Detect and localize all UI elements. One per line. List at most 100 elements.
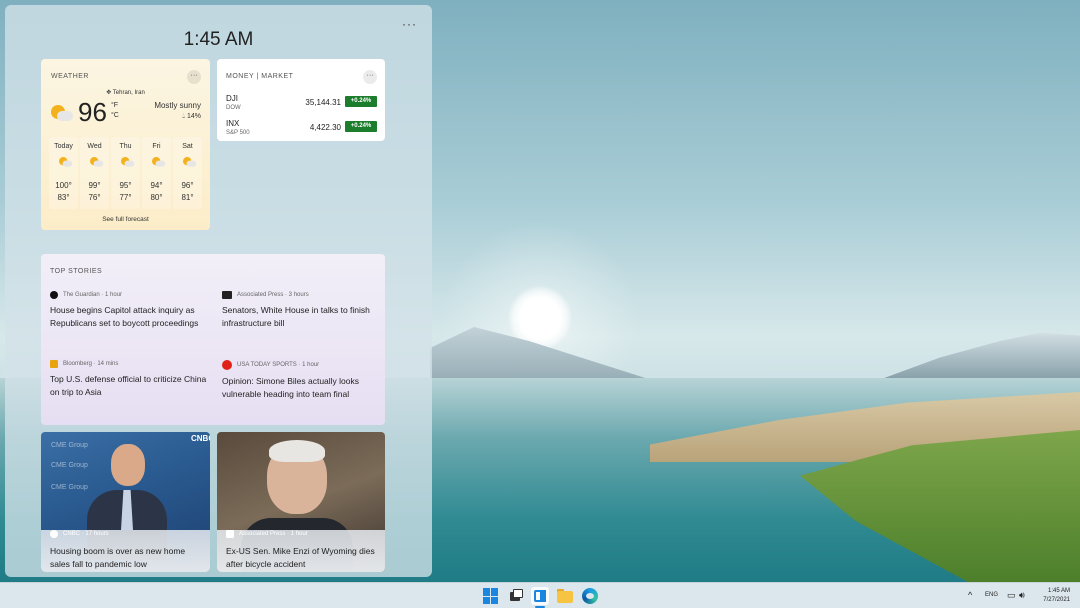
see-full-forecast-link[interactable]: See full forecast xyxy=(41,216,210,223)
forecast-low: 81° xyxy=(181,193,194,202)
windows-start-icon[interactable] xyxy=(483,588,499,604)
stock-symbol: DJI xyxy=(226,94,238,103)
stock-name: DOW xyxy=(226,105,241,111)
taskbar: ^ ENG ▭ 🔊︎ 1:45 AM 7/27/2021 xyxy=(0,582,1080,608)
forecast-day[interactable]: Fri 94° 80° xyxy=(142,137,171,209)
volume-icon[interactable]: 🔊︎ xyxy=(1019,590,1025,608)
cme-background-text: CME Group xyxy=(51,484,88,491)
weather-condition: Mostly sunny xyxy=(154,101,201,110)
stock-change-badge: +0.24% xyxy=(345,96,377,107)
stock-row[interactable]: INX S&P 500 4,422.30 +0.24% xyxy=(226,119,377,141)
story-source: The Guardian · 1 hour xyxy=(50,291,210,299)
precipitation: 💧︎ 14% xyxy=(182,113,201,121)
story-item[interactable]: The Guardian · 1 hour House begins Capit… xyxy=(50,291,210,329)
forecast-day[interactable]: Wed 99° 76° xyxy=(80,137,109,209)
task-view-icon[interactable] xyxy=(508,588,524,604)
taskbar-date: 7/27/2021 xyxy=(1043,597,1070,603)
forecast-day-label: Thu xyxy=(119,143,132,150)
forecast-high: 99° xyxy=(88,181,101,190)
forecast-day-label: Today xyxy=(54,143,73,150)
story-source: Bloomberg · 14 mins xyxy=(50,360,210,368)
network-icon[interactable]: ▭ xyxy=(1007,590,1016,608)
droplet-icon: 💧︎ xyxy=(182,113,186,120)
forecast-high: 100° xyxy=(55,181,72,190)
forecast-day-label: Wed xyxy=(87,143,102,150)
widgets-icon[interactable] xyxy=(531,587,549,605)
story-source: Associated Press · 3 hours xyxy=(222,291,382,299)
cme-background-text: CME Group xyxy=(51,462,88,469)
ap-logo-icon xyxy=(226,530,234,538)
top-stories-card: TOP STORIES The Guardian · 1 hour House … xyxy=(41,254,385,425)
news-headline: Ex-US Sen. Mike Enzi of Wyoming dies aft… xyxy=(226,546,375,569)
sun-cloud-icon xyxy=(59,157,73,168)
news-source-label: CNBC · 17 hours xyxy=(63,531,109,537)
sun-cloud-icon xyxy=(121,157,135,168)
location-pin-icon: ✥ xyxy=(106,90,112,96)
current-temperature: 96 xyxy=(78,97,107,127)
story-item[interactable]: Bloomberg · 14 mins Top U.S. defense off… xyxy=(50,360,210,398)
weather-card[interactable]: WEATHER ··· ✥ Tehran, Iran 96 °F °C Most… xyxy=(41,59,210,230)
forecast-row: Today 100° 83° Wed 99° 76° Thu 95° 77° F… xyxy=(48,137,203,209)
stock-name: S&P 500 xyxy=(226,130,250,136)
top-stories-title: TOP STORIES xyxy=(50,268,103,275)
money-card[interactable]: MONEY | MARKET ··· DJI DOW 35,144.31 +0.… xyxy=(217,59,385,141)
language-indicator[interactable]: ENG xyxy=(985,592,998,608)
unit-c[interactable]: °C xyxy=(111,111,119,121)
forecast-day-label: Sat xyxy=(182,143,193,150)
forecast-day-label: Fri xyxy=(152,143,161,150)
story-headline: Top U.S. defense official to criticize C… xyxy=(50,374,207,397)
edge-icon[interactable] xyxy=(582,588,598,604)
news-card[interactable]: Associated Press · 1 hour Ex-US Sen. Mik… xyxy=(217,432,385,572)
taskbar-clock[interactable]: 1:45 AM 7/27/2021 xyxy=(1038,587,1070,608)
cme-background-text: CME Group xyxy=(51,442,88,449)
news-source-label: Associated Press · 1 hour xyxy=(239,531,308,537)
cnbc-logo-icon: CNBC xyxy=(191,434,210,443)
news-card[interactable]: CME Group CME Group CME Group CNBC CNBC … xyxy=(41,432,210,572)
story-source-label: Associated Press · 3 hours xyxy=(237,292,309,298)
sun-cloud-icon xyxy=(51,105,73,123)
unit-toggle[interactable]: °F °C xyxy=(111,101,119,121)
money-title: MONEY | MARKET xyxy=(226,73,294,80)
cnbc-logo-icon xyxy=(50,530,58,538)
file-explorer-icon[interactable] xyxy=(557,588,573,604)
unit-f[interactable]: °F xyxy=(111,101,119,111)
story-source-label: USA TODAY SPORTS · 1 hour xyxy=(237,362,320,368)
panel-time: 1:45 AM xyxy=(183,29,254,50)
news-source: CNBC · 17 hours xyxy=(50,530,109,538)
usa-today-logo-icon xyxy=(222,360,232,370)
news-headline: Housing boom is over as new home sales f… xyxy=(50,546,186,569)
weather-more-button[interactable]: ··· xyxy=(187,70,201,84)
forecast-low: 76° xyxy=(88,193,101,202)
forecast-day[interactable]: Thu 95° 77° xyxy=(111,137,140,209)
sun-cloud-icon xyxy=(183,157,197,168)
precip-value: 14% xyxy=(186,113,201,120)
weather-title: WEATHER xyxy=(51,73,89,80)
story-source: USA TODAY SPORTS · 1 hour xyxy=(222,360,382,370)
sun-cloud-icon xyxy=(90,157,104,168)
forecast-low: 80° xyxy=(150,193,163,202)
story-item[interactable]: USA TODAY SPORTS · 1 hour Opinion: Simon… xyxy=(222,360,382,400)
bloomberg-logo-icon xyxy=(50,360,58,368)
weather-location[interactable]: ✥ Tehran, Iran xyxy=(41,89,210,96)
sun-cloud-icon xyxy=(152,157,166,168)
story-source-label: The Guardian · 1 hour xyxy=(63,292,123,298)
money-more-button[interactable]: ··· xyxy=(363,70,377,84)
story-headline: House begins Capitol attack inquiry as R… xyxy=(50,305,199,328)
story-headline: Senators, White House in talks to finish… xyxy=(222,305,370,328)
forecast-day[interactable]: Sat 96° 81° xyxy=(173,137,202,209)
panel-more-button[interactable]: ··· xyxy=(402,17,417,31)
stock-change-badge: +0.24% xyxy=(345,121,377,132)
location-label: Tehran, Iran xyxy=(112,90,145,96)
show-hidden-icons-chevron-icon[interactable]: ^ xyxy=(968,590,972,608)
forecast-high: 96° xyxy=(181,181,194,190)
stock-value: 4,422.30 xyxy=(309,123,341,132)
forecast-day[interactable]: Today 100° 83° xyxy=(49,137,78,209)
stock-symbol: INX xyxy=(226,119,240,128)
ap-logo-icon xyxy=(222,291,232,299)
story-source-label: Bloomberg · 14 mins xyxy=(63,361,119,367)
story-item[interactable]: Associated Press · 3 hours Senators, Whi… xyxy=(222,291,382,329)
forecast-high: 95° xyxy=(119,181,132,190)
stock-row[interactable]: DJI DOW 35,144.31 +0.24% xyxy=(226,94,377,116)
taskbar-time: 1:45 AM xyxy=(1047,588,1070,594)
news-source: Associated Press · 1 hour xyxy=(226,530,308,538)
